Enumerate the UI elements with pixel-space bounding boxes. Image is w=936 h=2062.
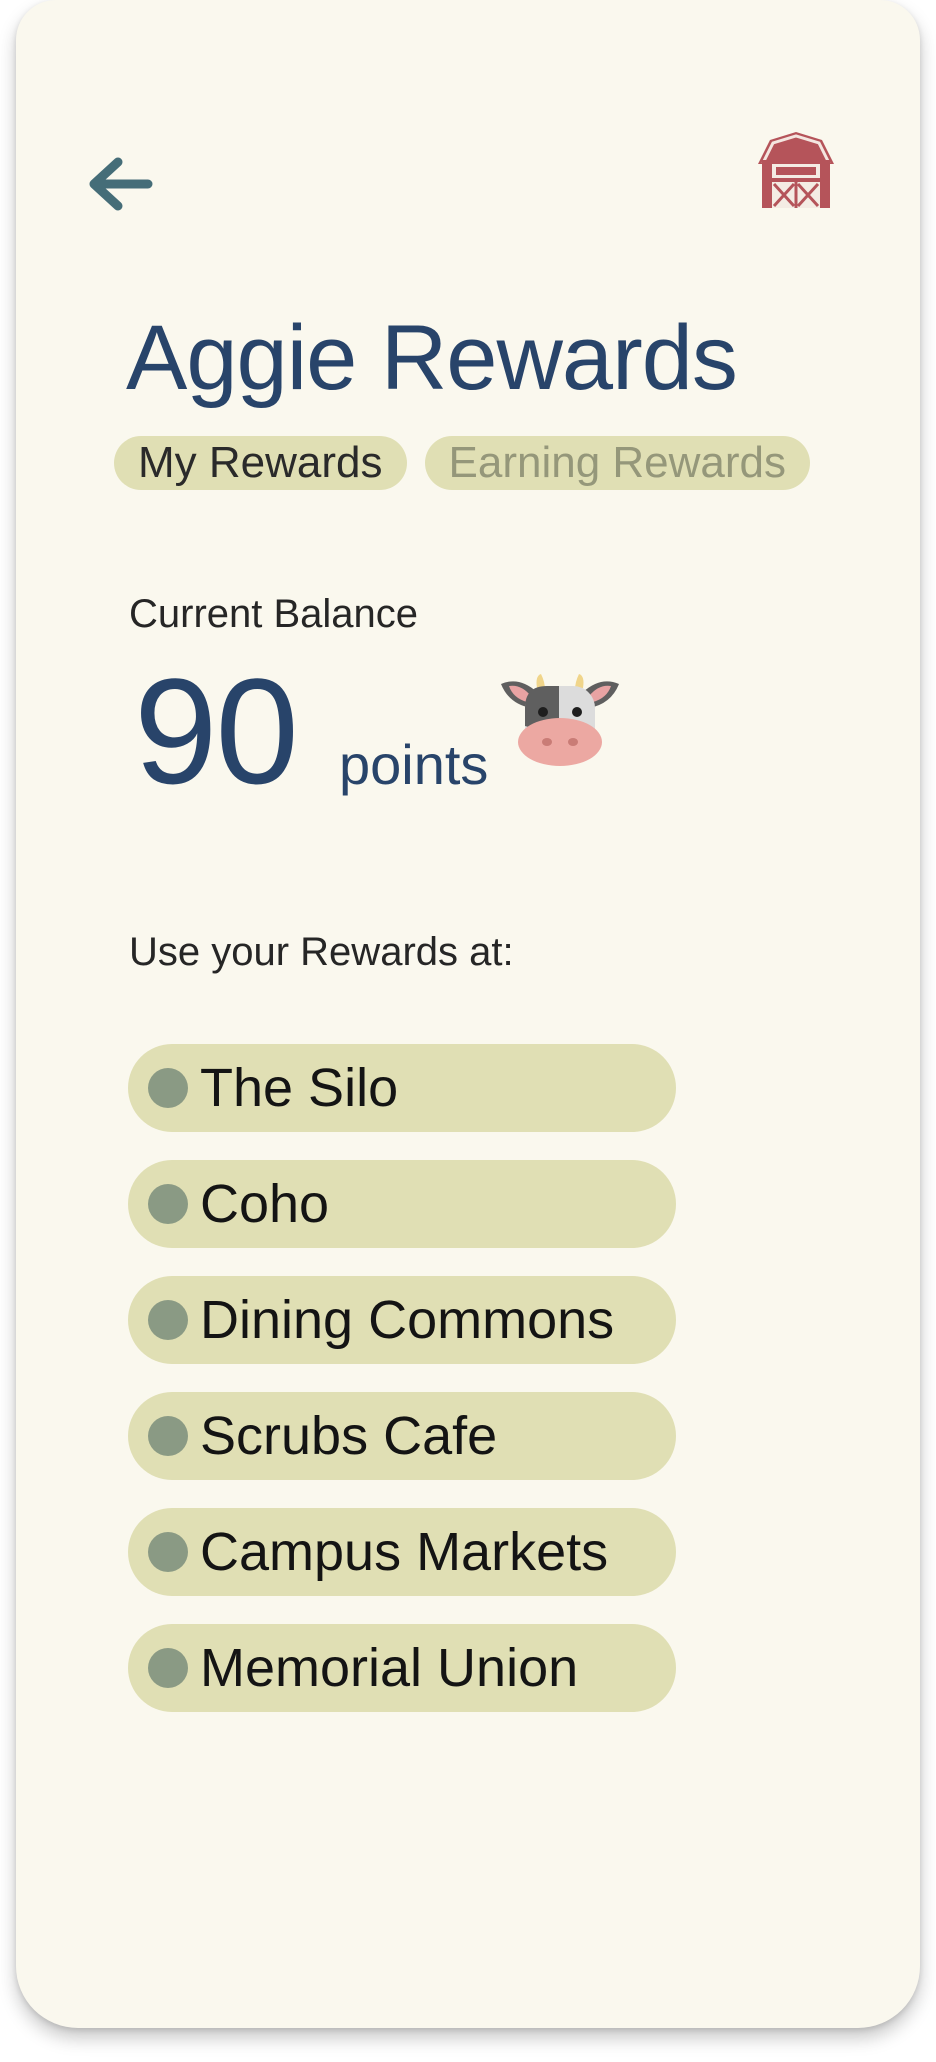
tab-bar: My Rewards Earning Rewards bbox=[114, 436, 810, 490]
bullet-dot-icon bbox=[148, 1300, 188, 1340]
bullet-dot-icon bbox=[148, 1648, 188, 1688]
back-button[interactable] bbox=[84, 150, 164, 220]
use-rewards-label: Use your Rewards at: bbox=[129, 930, 514, 974]
bullet-dot-icon bbox=[148, 1416, 188, 1456]
points-unit: points bbox=[339, 733, 489, 796]
bullet-dot-icon bbox=[148, 1532, 188, 1572]
tab-earning-rewards[interactable]: Earning Rewards bbox=[424, 436, 810, 490]
location-item-memorial-union[interactable]: Memorial Union bbox=[128, 1624, 676, 1712]
location-item-scrubs-cafe[interactable]: Scrubs Cafe bbox=[128, 1392, 676, 1480]
location-name: Campus Markets bbox=[200, 1522, 609, 1582]
location-name: Memorial Union bbox=[200, 1638, 579, 1698]
bullet-dot-icon bbox=[148, 1068, 188, 1108]
location-item-the-silo[interactable]: The Silo bbox=[128, 1044, 676, 1132]
location-name: Dining Commons bbox=[200, 1290, 615, 1350]
phone-screen: Aggie Rewards My Rewards Earning Rewards… bbox=[16, 0, 920, 2028]
location-name: The Silo bbox=[200, 1058, 399, 1118]
barn-icon bbox=[758, 132, 834, 208]
tab-my-rewards[interactable]: My Rewards bbox=[114, 436, 407, 490]
back-arrow-icon bbox=[89, 157, 153, 211]
page-title: Aggie Rewards bbox=[126, 307, 738, 409]
points-balance: 90 bbox=[134, 647, 299, 815]
location-item-campus-markets[interactable]: Campus Markets bbox=[128, 1508, 676, 1596]
cow-icon bbox=[499, 668, 621, 772]
location-item-dining-commons[interactable]: Dining Commons bbox=[128, 1276, 676, 1364]
location-item-coho[interactable]: Coho bbox=[128, 1160, 676, 1248]
location-name: Coho bbox=[200, 1174, 330, 1234]
location-list: The Silo Coho Dining Commons Scrubs Cafe… bbox=[128, 1044, 676, 1740]
location-name: Scrubs Cafe bbox=[200, 1406, 498, 1466]
balance-label: Current Balance bbox=[129, 592, 419, 636]
bullet-dot-icon bbox=[148, 1184, 188, 1224]
barn-home-button[interactable] bbox=[754, 130, 838, 210]
